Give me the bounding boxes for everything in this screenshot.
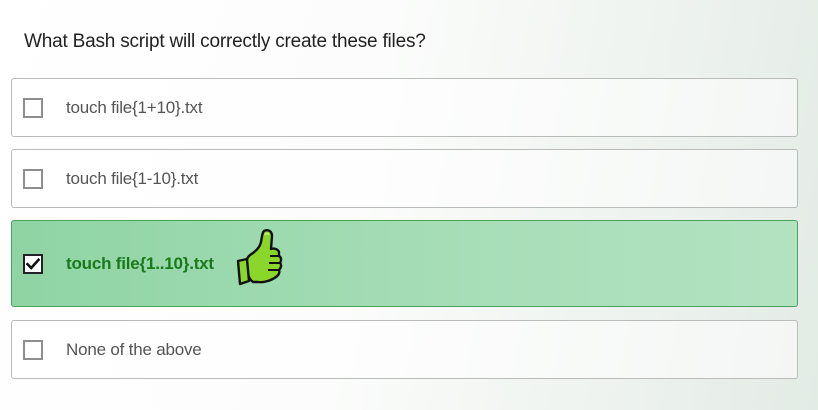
answer-option-4[interactable]: None of the above: [11, 320, 798, 379]
thumbs-up-icon: [236, 229, 283, 286]
option-label: None of the above: [66, 339, 202, 359]
option-label: touch file{1..10}.txt: [66, 253, 214, 273]
checkbox[interactable]: [23, 168, 43, 189]
checkbox[interactable]: [23, 97, 43, 118]
checkbox-checked[interactable]: [23, 253, 43, 274]
question-text: What Bash script will correctly create t…: [24, 31, 426, 52]
option-label: touch file{1-10}.txt: [66, 168, 199, 188]
answer-option-1[interactable]: touch file{1+10}.txt: [11, 78, 798, 137]
option-label: touch file{1+10}.txt: [66, 97, 203, 117]
checkbox[interactable]: [23, 339, 43, 360]
answer-option-3[interactable]: touch file{1..10}.txt: [11, 220, 798, 307]
answer-option-2[interactable]: touch file{1-10}.txt: [11, 149, 798, 208]
checkmark-icon: [26, 257, 40, 270]
